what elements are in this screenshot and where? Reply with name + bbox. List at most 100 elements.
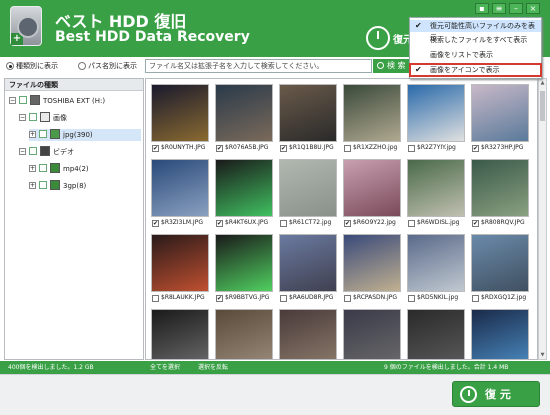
skin-icon[interactable]: ▪ (475, 3, 489, 14)
thumbnail-checkbox[interactable] (408, 145, 415, 152)
thumbnail-image[interactable] (407, 309, 465, 359)
thumbnail-image[interactable] (279, 234, 337, 292)
menu-item-images-as-list[interactable]: 画像をリストで表示 (410, 49, 541, 61)
thumbnail-image[interactable] (343, 234, 401, 292)
thumbnail-checkbox[interactable]: ✔ (216, 145, 223, 152)
thumbnail-item[interactable]: $RDXGQ1Z.jpg (469, 232, 531, 304)
thumbnail-image[interactable] (215, 309, 273, 359)
thumbnail-image[interactable] (407, 84, 465, 142)
menu-item-images-as-icons[interactable]: ✔ 画像をアイコンで表示 (409, 63, 542, 77)
thumbnail-item[interactable]: ✔ $R3273HP.JPG (469, 82, 531, 154)
thumbnail-image[interactable] (343, 309, 401, 359)
collapse-icon[interactable]: − (19, 148, 26, 155)
search-input[interactable]: ファイル名又は拡張子名を入力して検索してください。 (145, 59, 372, 73)
thumbnail-item[interactable] (341, 307, 403, 359)
thumbnail-checkbox[interactable] (344, 295, 351, 302)
search-button[interactable]: 検 索 (373, 59, 411, 73)
thumbnail-item[interactable]: ✔ $R3ZI3LM.JPG (149, 157, 211, 229)
menu-item-show-recoverable-only[interactable]: ✔ 復元可能性高いファイルのみを表示 (410, 20, 541, 42)
thumbnail-item[interactable]: ✔ $R1Q1B8U.JPG (277, 82, 339, 154)
menu-icon[interactable]: ≡ (492, 3, 506, 14)
thumbnail-item[interactable] (277, 307, 339, 359)
minimize-icon[interactable]: – (509, 3, 523, 14)
thumbnail-checkbox[interactable] (408, 220, 415, 227)
thumbnail-image[interactable] (279, 309, 337, 359)
tree-checkbox[interactable] (29, 147, 37, 155)
thumbnail-image[interactable] (151, 309, 209, 359)
grid-scrollbar[interactable]: ▲ ▼ (538, 78, 547, 360)
thumbnail-image[interactable] (151, 234, 209, 292)
thumbnail-item[interactable]: ✔ $R0UNYTH.JPG (149, 82, 211, 154)
expand-icon[interactable]: + (29, 165, 36, 172)
thumbnail-image[interactable] (215, 84, 273, 142)
scroll-up-icon[interactable]: ▲ (539, 79, 546, 87)
tree-checkbox[interactable] (39, 181, 47, 189)
thumbnail-image[interactable] (279, 84, 337, 142)
thumbnail-checkbox[interactable]: ✔ (152, 220, 159, 227)
thumbnail-image[interactable] (279, 159, 337, 217)
tree-checkbox[interactable] (19, 96, 27, 104)
thumbnail-item[interactable]: ✔ $R076A5B.JPG (213, 82, 275, 154)
close-icon[interactable]: × (526, 3, 540, 14)
thumbnail-item[interactable]: ✔ $R808RQV.JPG (469, 157, 531, 229)
thumbnail-item[interactable]: $RA6UD8R.JPG (277, 232, 339, 304)
thumbnail-item[interactable] (405, 307, 467, 359)
thumbnail-image[interactable] (471, 234, 529, 292)
thumbnail-checkbox[interactable]: ✔ (152, 145, 159, 152)
thumbnail-item[interactable]: $R61CT72.jpg (277, 157, 339, 229)
thumbnail-checkbox[interactable]: ✔ (344, 220, 351, 227)
menu-item-show-all-found[interactable]: 検索したファイルをすべて表示 (410, 34, 541, 46)
thumbnail-item[interactable]: $R8LAUKK.JPG (149, 232, 211, 304)
expand-icon[interactable]: + (29, 182, 36, 189)
thumbnail-item[interactable]: ✔ $R4KT6UX.JPG (213, 157, 275, 229)
thumbnail-item[interactable]: $RCPASDN.JPG (341, 232, 403, 304)
thumbnail-item[interactable] (149, 307, 211, 359)
thumbnail-checkbox[interactable] (280, 295, 287, 302)
thumbnail-checkbox[interactable]: ✔ (472, 220, 479, 227)
thumbnail-checkbox[interactable]: ✔ (216, 295, 223, 302)
thumbnail-checkbox[interactable] (152, 295, 159, 302)
thumbnail-checkbox[interactable] (280, 220, 287, 227)
scroll-down-icon[interactable]: ▼ (539, 351, 546, 359)
thumbnail-item[interactable]: ✔ $R6O9Y22.jpg (341, 157, 403, 229)
thumbnail-image[interactable] (343, 159, 401, 217)
thumbnail-image[interactable] (215, 159, 273, 217)
thumbnail-item[interactable]: $R2Z7YIY.jpg (405, 82, 467, 154)
restore-button[interactable]: 復 元 (452, 381, 540, 407)
thumbnail-checkbox[interactable] (408, 295, 415, 302)
thumbnail-image[interactable] (471, 309, 529, 359)
thumbnail-checkbox[interactable] (472, 295, 479, 302)
scroll-thumb[interactable] (540, 91, 545, 121)
thumbnail-item[interactable] (469, 307, 531, 359)
radio-by-path[interactable] (78, 62, 86, 70)
select-all-link[interactable]: 全てを選択 (150, 361, 180, 374)
thumbnail-item[interactable]: $R6WDISL.jpg (405, 157, 467, 229)
tree-checkbox[interactable] (39, 130, 47, 138)
thumbnail-image[interactable] (215, 234, 273, 292)
thumbnail-image[interactable] (407, 159, 465, 217)
restore-clock-icon[interactable] (366, 26, 390, 50)
collapse-icon[interactable]: − (19, 114, 26, 121)
tree-checkbox[interactable] (29, 113, 37, 121)
hdd-logo-icon: + (10, 6, 42, 46)
invert-selection-link[interactable]: 選択を反転 (198, 361, 228, 374)
thumbnail-checkbox[interactable] (344, 145, 351, 152)
radio-by-type[interactable] (6, 62, 14, 70)
thumbnail-checkbox[interactable]: ✔ (472, 145, 479, 152)
tree-checkbox[interactable] (39, 164, 47, 172)
thumbnail-image[interactable] (471, 159, 529, 217)
thumbnail-image[interactable] (151, 84, 209, 142)
tree-node-jpg[interactable]: + jpg(390) (29, 129, 141, 141)
thumbnail-image[interactable] (471, 84, 529, 142)
collapse-icon[interactable]: − (9, 97, 16, 104)
thumbnail-item[interactable]: $R1XZZHO.jpg (341, 82, 403, 154)
thumbnail-item[interactable] (213, 307, 275, 359)
thumbnail-item[interactable]: ✔ $R9BBTVG.JPG (213, 232, 275, 304)
thumbnail-checkbox[interactable]: ✔ (216, 220, 223, 227)
thumbnail-checkbox[interactable]: ✔ (280, 145, 287, 152)
thumbnail-image[interactable] (151, 159, 209, 217)
thumbnail-image[interactable] (407, 234, 465, 292)
thumbnail-item[interactable]: $RD5NKIL.jpg (405, 232, 467, 304)
thumbnail-image[interactable] (343, 84, 401, 142)
expand-icon[interactable]: + (29, 131, 36, 138)
